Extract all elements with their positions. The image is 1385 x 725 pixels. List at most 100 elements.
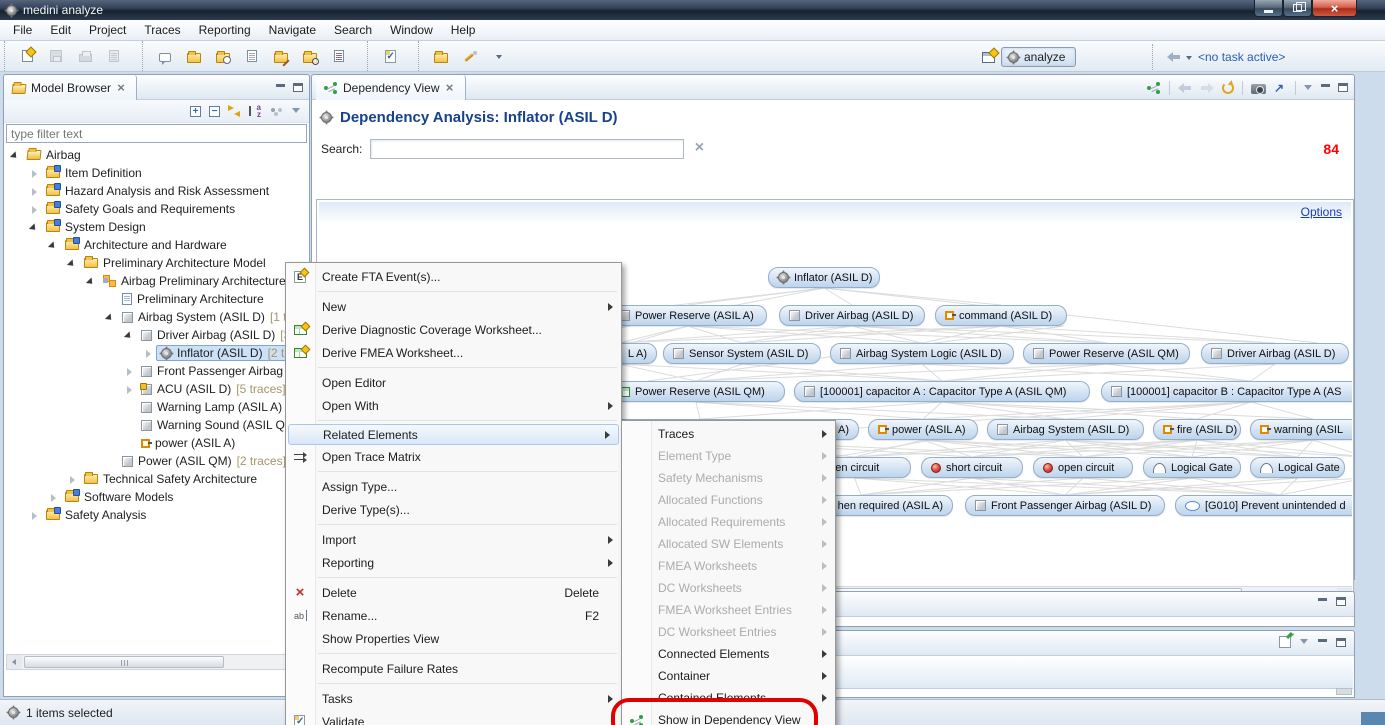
menu-item-recompute-failure-rates[interactable]: Recompute Failure Rates [286, 657, 621, 680]
scroll-left-arrow[interactable] [7, 655, 22, 669]
twistie-icon[interactable] [29, 510, 40, 521]
toolbar-button[interactable] [380, 46, 400, 66]
tree-item-preliminary-architecture[interactable]: Preliminary Architecture [4, 290, 309, 308]
graph-node-logical-gate[interactable]: Logical Gate [1143, 457, 1241, 478]
tree-item-architecture-and-hardware[interactable]: Architecture and Hardware [4, 236, 309, 254]
menu-item-open-editor[interactable]: Open Editor [286, 371, 621, 394]
view-menu-icon[interactable] [1300, 639, 1309, 645]
menu-item-validate[interactable]: Validate [286, 710, 621, 725]
minimize-window-button[interactable] [1254, 0, 1283, 17]
menu-item-derive-diagnostic-coverage-worksheet[interactable]: Derive Diagnostic Coverage Worksheet... [286, 318, 621, 341]
tree-item-inflator-asil-d[interactable]: Inflator (ASIL D)[2 t [4, 344, 309, 362]
menubar-item-navigate[interactable]: Navigate [260, 21, 325, 39]
tree-item-power-asil-qm[interactable]: Power (ASIL QM)[2 traces] [4, 452, 309, 470]
search-input[interactable] [370, 139, 684, 159]
menubar-item-search[interactable]: Search [325, 21, 381, 39]
link-editor-icon[interactable] [228, 105, 240, 117]
toolbar-button[interactable] [75, 46, 95, 66]
toolbar-button[interactable] [213, 46, 233, 66]
tree-item-driver-airbag-asil-d[interactable]: Driver Airbag (ASIL D)[3 [4, 326, 309, 344]
graph-node-logical-gate[interactable]: Logical Gate [1250, 457, 1345, 478]
maximize-icon[interactable] [1336, 638, 1346, 647]
graph-node-front-passenger-airbag-asil-d[interactable]: Front Passenger Airbag (ASIL D) [965, 495, 1165, 516]
graph-node-airbag-system-logic-asil-d[interactable]: Airbag System Logic (ASIL D) [830, 343, 1014, 364]
sort-icon[interactable] [248, 105, 262, 118]
tree-item-item-definition[interactable]: Item Definition [4, 164, 309, 182]
tree-item-airbag-system-asil-d[interactable]: Airbag System (ASIL D)[1 t [4, 308, 309, 326]
menu-item-show-in-dependency-view[interactable]: Show in Dependency View [622, 709, 835, 725]
menu-item-show-properties-view[interactable]: Show Properties View [286, 627, 621, 650]
refresh-icon[interactable] [1222, 82, 1234, 94]
menu-item-traces[interactable]: Traces [622, 423, 835, 445]
menubar-item-file[interactable]: File [4, 21, 41, 39]
toolbar-button[interactable] [300, 46, 320, 66]
menu-item-create-fta-event-s[interactable]: Create FTA Event(s)... [286, 265, 621, 288]
restore-window-button[interactable] [1283, 0, 1312, 17]
menubar-item-reporting[interactable]: Reporting [190, 21, 260, 39]
menubar-item-window[interactable]: Window [381, 21, 442, 39]
tree-item-warning-lamp-asil-a[interactable]: Warning Lamp (ASIL A) [4, 398, 309, 416]
toolbar-button[interactable] [155, 46, 175, 66]
menu-item-assign-type[interactable]: Assign Type... [286, 475, 621, 498]
twistie-icon[interactable] [10, 150, 21, 161]
menu-item-new[interactable]: New [286, 295, 621, 318]
tree-item-airbag[interactable]: Airbag [4, 146, 309, 164]
twistie-icon[interactable] [105, 312, 116, 323]
expand-all-icon[interactable] [190, 106, 201, 117]
options-link[interactable]: Options [1301, 205, 1342, 219]
graph-node-short-circuit[interactable]: short circuit [921, 457, 1023, 478]
twistie-icon[interactable] [48, 240, 59, 251]
menu-item-container[interactable]: Container [622, 665, 835, 687]
back-arrow-icon[interactable] [1167, 52, 1181, 62]
filters-icon[interactable] [270, 106, 284, 116]
minimize-icon[interactable] [1321, 83, 1330, 92]
forward-arrow-icon[interactable] [1200, 83, 1214, 93]
menu-item-reporting[interactable]: Reporting [286, 551, 621, 574]
toolbar-button[interactable] [271, 46, 291, 66]
twistie-icon[interactable] [29, 168, 40, 179]
scroll-thumb[interactable] [24, 656, 224, 668]
clear-search-icon[interactable] [692, 142, 706, 156]
tree-item-acu-asil-d[interactable]: ACU (ASIL D)[5 traces] [4, 380, 309, 398]
tab-dependency-view[interactable]: Dependency View [316, 75, 466, 100]
twistie-icon[interactable] [48, 492, 59, 503]
menubar-item-edit[interactable]: Edit [41, 21, 80, 39]
toolbar-button[interactable] [184, 46, 204, 66]
twistie-icon[interactable] [124, 366, 135, 377]
toolbar-button[interactable] [329, 46, 349, 66]
graph-node-g010-prevent-unintended-d[interactable]: [G010] Prevent unintended d [1175, 495, 1352, 516]
menu-item-delete[interactable]: DeleteDelete [286, 581, 621, 604]
tree-item-safety-analysis[interactable]: Safety Analysis [4, 506, 309, 524]
tree-item-software-models[interactable]: Software Models [4, 488, 309, 506]
menu-item-contained-elements[interactable]: Contained Elements [622, 687, 835, 709]
camera-icon[interactable] [1251, 84, 1266, 94]
twistie-icon[interactable] [67, 474, 78, 485]
menu-item-related-elements[interactable]: Related Elements [288, 424, 619, 445]
toolbar-button[interactable] [17, 46, 37, 66]
maximize-icon[interactable] [1338, 83, 1348, 92]
toolbar-button[interactable] [46, 46, 66, 66]
tree-item-warning-sound-asil-q[interactable]: Warning Sound (ASIL Q [4, 416, 309, 434]
graph-node-100001-capacitor-a-capacitor-type-a-asil-qm[interactable]: [100001] capacitor A : Capacitor Type A … [794, 381, 1090, 402]
close-window-button[interactable]: × [1312, 0, 1357, 17]
tree-horizontal-scrollbar[interactable] [6, 654, 307, 670]
graph-node-open-circuit[interactable]: open circuit [1033, 457, 1133, 478]
tree-item-airbag-preliminary-architecture[interactable]: Airbag Preliminary Architecture [4, 272, 309, 290]
tree-item-power-asil-a[interactable]: power (ASIL A) [4, 434, 309, 452]
menu-item-derive-type-s[interactable]: Derive Type(s)... [286, 498, 621, 521]
close-icon[interactable] [116, 83, 126, 93]
twistie-icon[interactable] [29, 186, 40, 197]
twistie-icon[interactable] [143, 348, 154, 359]
menubar-item-help[interactable]: Help [442, 21, 485, 39]
menu-item-tasks[interactable]: Tasks [286, 687, 621, 710]
graph-node-100001-capacitor-b-capacitor-type-a-as[interactable]: [100001] capacitor B : Capacitor Type A … [1101, 381, 1352, 402]
twistie-icon[interactable] [29, 204, 40, 215]
toolbar-button[interactable] [460, 46, 480, 66]
graph-node-driver-airbag-asil-d[interactable]: Driver Airbag (ASIL D) [779, 305, 925, 326]
dropdown-arrow-icon[interactable] [1186, 55, 1193, 60]
menu-item-open-trace-matrix[interactable]: Open Trace Matrix [286, 445, 621, 468]
minimize-icon[interactable] [1318, 638, 1327, 647]
tree-item-hazard-analysis-and-risk-assessment[interactable]: Hazard Analysis and Risk Assessment [4, 182, 309, 200]
pin-icon[interactable] [1279, 636, 1291, 648]
maximize-icon[interactable] [293, 83, 303, 92]
